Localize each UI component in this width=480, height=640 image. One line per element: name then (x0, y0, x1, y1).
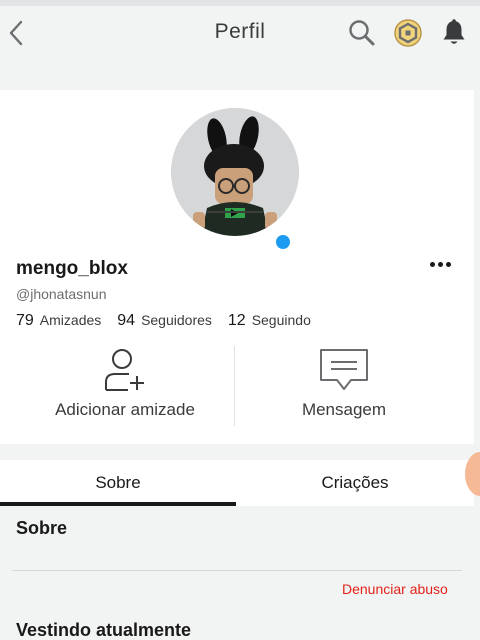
following-label[interactable]: Seguindo (252, 312, 311, 328)
active-tab-indicator (0, 502, 236, 506)
more-options-icon (445, 261, 451, 267)
message-button[interactable]: Mensagem (262, 346, 426, 428)
search-button[interactable] (345, 16, 379, 50)
message-icon (320, 349, 368, 390)
add-friend-icon (105, 349, 144, 391)
back-icon (9, 20, 23, 46)
report-abuse-link[interactable]: Denunciar abuso (342, 581, 448, 597)
more-options-icon (437, 261, 443, 267)
online-status-indicator (273, 232, 293, 252)
display-name: mengo_blox (16, 258, 128, 279)
action-divider (234, 346, 235, 426)
tab-about[interactable]: Sobre (0, 460, 236, 506)
friends-label[interactable]: Amizades (40, 312, 101, 328)
avatar[interactable] (171, 108, 299, 252)
tab-creations[interactable]: Criações (236, 460, 474, 506)
friends-count[interactable]: 79 (16, 312, 34, 330)
profile-card: mengo_blox @jhonatasnun 79 Amizades 94 S… (0, 90, 474, 444)
following-count[interactable]: 12 (228, 312, 246, 330)
about-divider (12, 570, 462, 571)
about-section-title: Sobre (16, 518, 68, 538)
top-header: Perfil (0, 6, 480, 60)
profile-stats: 79 Amizades 94 Seguidores 12 Seguindo (16, 312, 327, 330)
notification-bell-icon (443, 19, 465, 44)
robux-button[interactable] (391, 16, 425, 50)
notifications-button[interactable] (437, 16, 471, 50)
profile-tabs: Sobre Criações (0, 460, 474, 506)
message-label: Mensagem (301, 400, 387, 419)
add-friend-button[interactable]: Adicionar amizade (40, 346, 210, 428)
robux-icon (394, 19, 422, 47)
more-options-icon (429, 261, 435, 267)
search-icon (349, 20, 375, 46)
back-button[interactable] (2, 18, 30, 48)
followers-count[interactable]: 94 (117, 312, 135, 330)
avatar-image (171, 108, 299, 236)
more-options-button[interactable] (424, 254, 456, 274)
username-handle: @jhonatasnun (16, 286, 107, 302)
wearing-section-title: Vestindo atualmente (16, 620, 192, 640)
followers-label[interactable]: Seguidores (141, 312, 212, 328)
add-friend-label: Adicionar amizade (55, 400, 195, 419)
